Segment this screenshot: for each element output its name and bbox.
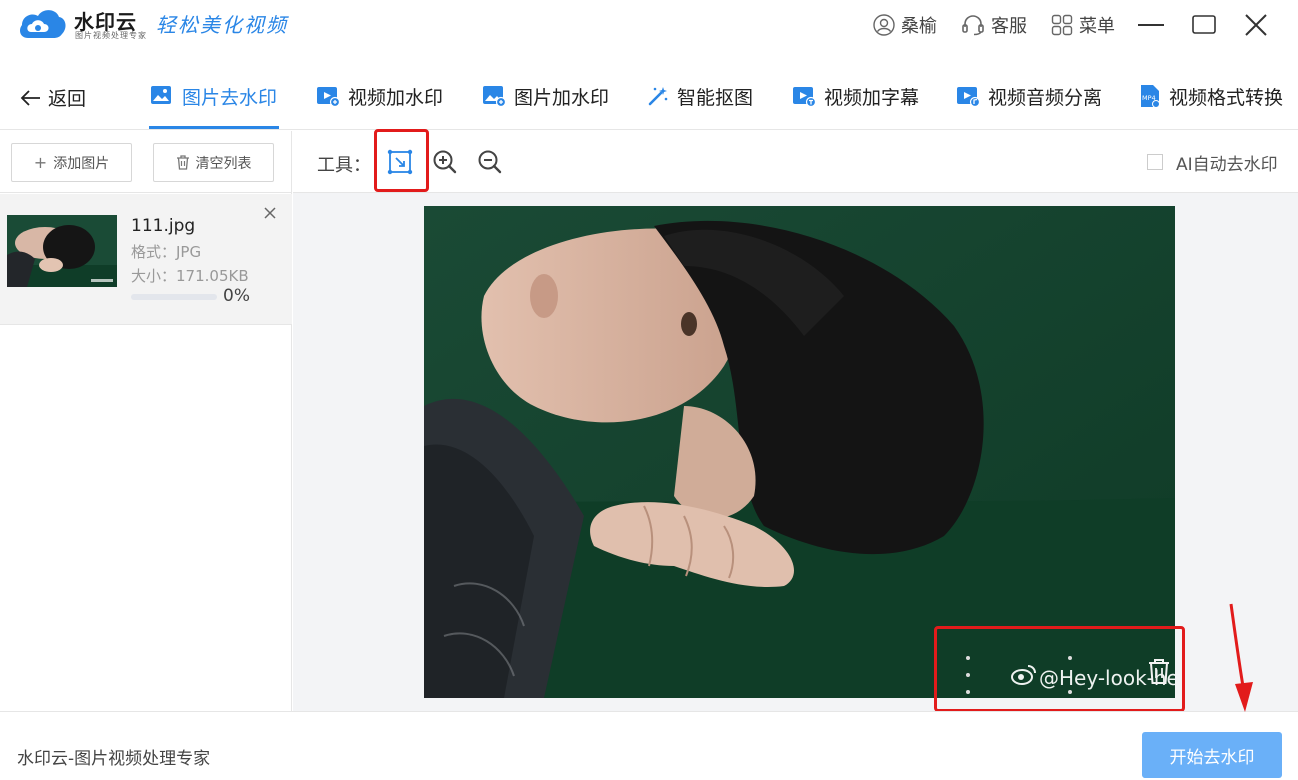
close-icon [1245, 14, 1267, 36]
tools-label: 工具： [317, 155, 371, 176]
red-arrow-annotation [1229, 603, 1253, 712]
headset-icon [962, 15, 984, 36]
ai-auto-remove-label: AI自动去水印 [1176, 155, 1278, 175]
mp4-file-icon: MP4 [1141, 85, 1160, 108]
zoom-out-icon [478, 150, 502, 174]
image-add-icon [483, 86, 506, 107]
clear-list-label: 清空列表 [195, 155, 252, 172]
minimize-button[interactable] [1134, 10, 1168, 40]
image-icon [151, 86, 171, 104]
tab-image-add-watermark[interactable]: 图片加水印 [482, 82, 609, 110]
video-add-icon [317, 87, 340, 107]
ai-auto-remove-checkbox[interactable] [1147, 154, 1163, 170]
back-label: 返回 [48, 88, 87, 110]
back-button[interactable]: 返回 [20, 84, 86, 111]
user-account-button[interactable]: 桑榆 [873, 11, 937, 39]
arrow-left-icon [20, 89, 40, 106]
minimize-icon [1138, 24, 1164, 26]
file-size: 大小：171.05KB [131, 267, 249, 285]
tab-label: 图片去水印 [182, 86, 278, 109]
menu-button[interactable]: 菜单 [1051, 11, 1115, 39]
footer-bar: 水印云-图片视频处理专家 开始去水印 [0, 711, 1298, 780]
brand-subtitle: 图片视频处理专家 [75, 31, 147, 40]
tools-bar: 工具： AI自动去水印 [293, 131, 1298, 193]
tab-video-format-convert[interactable]: MP4 视频格式转换 [1139, 82, 1283, 110]
progress-percent: 0% [223, 286, 250, 306]
file-list-item[interactable]: 111.jpg 格式：JPG 大小：171.05KB 0% [0, 194, 292, 325]
add-image-label: 添加图片 [53, 155, 110, 172]
feature-nav-bar: 返回 图片去水印 视频加水印 图片加水印 智能抠图 视频加字幕 视频音频分离 M… [0, 62, 1298, 130]
file-list-toolbar: + 添加图片 清空列表 [0, 131, 291, 193]
tab-video-subtitle[interactable]: 视频加字幕 [792, 82, 919, 110]
tab-label: 图片加水印 [514, 86, 610, 109]
service-label: 客服 [991, 16, 1027, 37]
video-subtitle-icon [793, 87, 816, 107]
tab-label: 智能抠图 [677, 86, 754, 109]
maximize-button[interactable] [1187, 10, 1221, 40]
active-tab-indicator [149, 126, 279, 129]
zoom-in-icon [433, 150, 457, 174]
tab-smart-cutout[interactable]: 智能抠图 [647, 82, 753, 110]
progress-bar [131, 294, 217, 300]
remove-file-icon[interactable] [261, 204, 279, 222]
grid-menu-icon [1051, 14, 1073, 36]
slogan: 轻松美化视频 [156, 13, 288, 37]
editor-area: 工具： AI自动去水印 @Hey-look-he [293, 131, 1298, 711]
image-canvas[interactable]: @Hey-look-he [424, 206, 1175, 698]
watermark-highlight-box [934, 626, 1185, 712]
menu-label: 菜单 [1079, 16, 1115, 37]
add-image-button[interactable]: + 添加图片 [11, 143, 132, 182]
start-remove-watermark-button[interactable]: 开始去水印 [1142, 732, 1282, 778]
tab-label: 视频格式转换 [1169, 86, 1284, 109]
user-icon [873, 14, 895, 36]
file-list-panel: + 添加图片 清空列表 111.jpg 格式：JPG 大小：171.05KB 0… [0, 131, 292, 711]
file-name: 111.jpg [131, 216, 196, 236]
tab-image-remove-watermark[interactable]: 图片去水印 [150, 82, 277, 110]
maximize-icon [1192, 15, 1216, 34]
tool-highlight-box [374, 129, 429, 192]
zoom-in-button[interactable] [431, 148, 459, 176]
user-name-label: 桑榆 [901, 16, 937, 37]
video-audio-icon [957, 87, 980, 107]
plus-icon: + [33, 153, 48, 172]
tab-video-add-watermark[interactable]: 视频加水印 [316, 82, 443, 110]
trash-icon [176, 155, 189, 170]
customer-service-button[interactable]: 客服 [961, 11, 1027, 39]
title-bar: 水印云 图片视频处理专家 轻松美化视频 桑榆 客服 菜单 [0, 0, 1298, 50]
cloud-logo-icon [20, 10, 66, 38]
close-window-button[interactable] [1239, 10, 1273, 40]
magic-wand-icon [648, 87, 668, 106]
zoom-out-button[interactable] [476, 148, 504, 176]
file-format: 格式：JPG [131, 243, 202, 261]
tab-label: 视频加字幕 [824, 86, 920, 109]
tab-video-audio-separate[interactable]: 视频音频分离 [956, 82, 1102, 110]
tab-label: 视频音频分离 [988, 86, 1103, 109]
clear-list-button[interactable]: 清空列表 [153, 143, 274, 182]
file-thumbnail [7, 215, 117, 287]
app-description: 水印云-图片视频处理专家 [17, 749, 211, 769]
photo [424, 206, 1175, 698]
tab-label: 视频加水印 [348, 86, 444, 109]
